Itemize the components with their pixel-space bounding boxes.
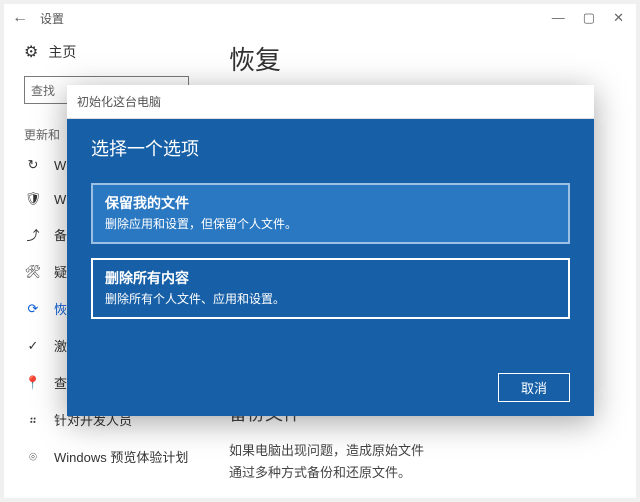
option-title: 删除所有内容 (105, 268, 556, 288)
reset-pc-wizard: 初始化这台电脑 选择一个选项 保留我的文件 删除应用和设置，但保留个人文件。 删… (67, 85, 594, 416)
sidebar-item-label: 备 (54, 225, 67, 244)
sidebar-item-label: Windows 预览体验计划 (54, 447, 188, 466)
sidebar-item-label: 激 (54, 336, 67, 355)
minimize-icon[interactable]: — (552, 10, 565, 26)
titlebar: ← 设置 — ▢ ✕ (4, 4, 636, 32)
sidebar-home-label: 主页 (48, 42, 76, 62)
sidebar-item-icon: 🛡 (24, 191, 42, 207)
wizard-prompt: 选择一个选项 (91, 135, 570, 161)
sidebar-item-icon: ✓ (24, 338, 42, 354)
option-desc: 删除应用和设置，但保留个人文件。 (105, 215, 556, 232)
wizard-title: 初始化这台电脑 (67, 85, 594, 119)
option-desc: 删除所有个人文件、应用和设置。 (105, 290, 556, 307)
sidebar-item-label: 疑 (54, 262, 67, 281)
cancel-button[interactable]: 取消 (498, 373, 570, 402)
backup-body-line: 通过多种方式备份和还原文件。 (229, 462, 616, 484)
sidebar-item-icon: 📍 (24, 375, 42, 391)
sidebar-item-icon: ⟳ (24, 301, 42, 317)
sidebar-home[interactable]: ⚙ 主页 (24, 42, 194, 62)
close-icon[interactable]: ✕ (613, 10, 624, 26)
window-title: 设置 (40, 10, 64, 27)
option-remove-everything[interactable]: 删除所有内容 删除所有个人文件、应用和设置。 (91, 258, 570, 319)
sidebar-item-icon: ᎓᎓ (24, 411, 42, 428)
sidebar-item-icon: ↻ (24, 157, 42, 173)
page-title: 恢复 (229, 40, 616, 77)
maximize-icon[interactable]: ▢ (583, 10, 595, 26)
option-title: 保留我的文件 (105, 193, 556, 213)
search-placeholder: 查找 (31, 82, 55, 99)
backup-body-line: 如果电脑出现问题，造成原始文件 (229, 440, 616, 462)
sidebar-item-icon: ⤴ (24, 225, 42, 244)
back-icon[interactable]: ← (10, 9, 30, 27)
sidebar-item-label: W (54, 192, 66, 207)
sidebar-item-label: W (54, 158, 66, 173)
sidebar-item-icon: 🛠 (24, 264, 42, 280)
sidebar-item-label: 恢 (54, 299, 67, 318)
option-keep-files[interactable]: 保留我的文件 删除应用和设置，但保留个人文件。 (91, 183, 570, 244)
sidebar-item-icon: ⌾ (24, 449, 42, 465)
gear-icon: ⚙ (24, 42, 38, 62)
sidebar-item[interactable]: ⌾ Windows 预览体验计划 (24, 447, 194, 466)
